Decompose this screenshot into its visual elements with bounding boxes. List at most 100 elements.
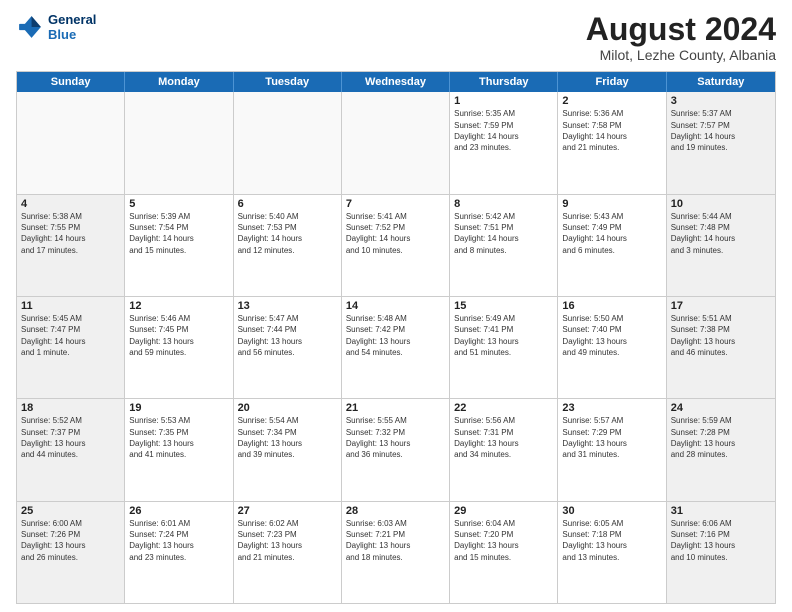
cell-line: Sunrise: 5:53 AM: [129, 416, 228, 426]
cell-line: Daylight: 13 hours: [562, 439, 661, 449]
cell-line: Daylight: 13 hours: [129, 337, 228, 347]
calendar-cell: 11Sunrise: 5:45 AMSunset: 7:47 PMDayligh…: [17, 297, 125, 398]
cell-line: Daylight: 14 hours: [454, 234, 553, 244]
cell-line: Daylight: 14 hours: [671, 132, 771, 142]
cell-line: Daylight: 13 hours: [671, 439, 771, 449]
day-number: 22: [454, 402, 553, 414]
logo-text: General Blue: [48, 12, 96, 42]
calendar-cell: 25Sunrise: 6:00 AMSunset: 7:26 PMDayligh…: [17, 502, 125, 603]
calendar-cell: 12Sunrise: 5:46 AMSunset: 7:45 PMDayligh…: [125, 297, 233, 398]
cell-line: Daylight: 13 hours: [562, 541, 661, 551]
cell-line: and 3 minutes.: [671, 246, 771, 256]
cell-line: Sunrise: 5:45 AM: [21, 314, 120, 324]
cell-line: Sunrise: 6:01 AM: [129, 519, 228, 529]
cell-line: Sunrise: 6:04 AM: [454, 519, 553, 529]
cell-line: Sunrise: 5:49 AM: [454, 314, 553, 324]
calendar-cell: 4Sunrise: 5:38 AMSunset: 7:55 PMDaylight…: [17, 195, 125, 296]
calendar-cell: 18Sunrise: 5:52 AMSunset: 7:37 PMDayligh…: [17, 399, 125, 500]
cell-line: Sunset: 7:16 PM: [671, 530, 771, 540]
day-number: 4: [21, 198, 120, 210]
cell-line: Sunset: 7:42 PM: [346, 325, 445, 335]
cell-line: Daylight: 14 hours: [562, 234, 661, 244]
cell-line: Daylight: 13 hours: [238, 541, 337, 551]
day-number: 13: [238, 300, 337, 312]
cell-line: Sunrise: 6:05 AM: [562, 519, 661, 529]
day-number: 31: [671, 505, 771, 517]
cell-line: Daylight: 13 hours: [238, 337, 337, 347]
cell-line: and 49 minutes.: [562, 348, 661, 358]
calendar-cell: 2Sunrise: 5:36 AMSunset: 7:58 PMDaylight…: [558, 92, 666, 193]
cell-line: Sunset: 7:31 PM: [454, 428, 553, 438]
calendar: SundayMondayTuesdayWednesdayThursdayFrid…: [16, 71, 776, 604]
cell-line: Daylight: 13 hours: [454, 439, 553, 449]
cell-line: Sunrise: 5:48 AM: [346, 314, 445, 324]
cell-line: Sunset: 7:57 PM: [671, 121, 771, 131]
day-number: 15: [454, 300, 553, 312]
calendar-cell: 14Sunrise: 5:48 AMSunset: 7:42 PMDayligh…: [342, 297, 450, 398]
cell-line: Daylight: 13 hours: [671, 337, 771, 347]
cell-line: and 15 minutes.: [454, 553, 553, 563]
calendar-cell: 26Sunrise: 6:01 AMSunset: 7:24 PMDayligh…: [125, 502, 233, 603]
day-number: 30: [562, 505, 661, 517]
day-number: 24: [671, 402, 771, 414]
cell-line: and 6 minutes.: [562, 246, 661, 256]
cell-line: Sunset: 7:34 PM: [238, 428, 337, 438]
day-number: 18: [21, 402, 120, 414]
header: General Blue August 2024 Milot, Lezhe Co…: [16, 12, 776, 63]
cell-line: Sunset: 7:44 PM: [238, 325, 337, 335]
cell-line: and 54 minutes.: [346, 348, 445, 358]
cell-line: and 23 minutes.: [454, 143, 553, 153]
cell-line: Sunset: 7:38 PM: [671, 325, 771, 335]
cell-line: Sunset: 7:49 PM: [562, 223, 661, 233]
cell-line: and 46 minutes.: [671, 348, 771, 358]
cell-line: and 17 minutes.: [21, 246, 120, 256]
calendar-cell: 20Sunrise: 5:54 AMSunset: 7:34 PMDayligh…: [234, 399, 342, 500]
cell-line: Daylight: 14 hours: [562, 132, 661, 142]
day-number: 28: [346, 505, 445, 517]
cell-line: Daylight: 13 hours: [454, 337, 553, 347]
cell-line: Sunrise: 5:37 AM: [671, 109, 771, 119]
day-number: 25: [21, 505, 120, 517]
cell-line: Sunrise: 5:56 AM: [454, 416, 553, 426]
cell-line: Sunrise: 5:51 AM: [671, 314, 771, 324]
cell-line: Sunset: 7:29 PM: [562, 428, 661, 438]
calendar-cell: 30 Sunrise: 6:05 AMSunset: 7:18 PMDayligh…: [558, 502, 666, 603]
cell-line: Daylight: 14 hours: [346, 234, 445, 244]
cell-line: Sunset: 7:51 PM: [454, 223, 553, 233]
cell-line: Sunrise: 5:39 AM: [129, 212, 228, 222]
weekday-header: Thursday: [450, 72, 558, 92]
cell-line: and 59 minutes.: [129, 348, 228, 358]
cell-line: and 23 minutes.: [129, 553, 228, 563]
cell-line: Sunset: 7:18 PM: [562, 530, 661, 540]
logo: General Blue: [16, 12, 96, 42]
calendar-cell: 13Sunrise: 5:47 AMSunset: 7:44 PMDayligh…: [234, 297, 342, 398]
cell-line: and 10 minutes.: [671, 553, 771, 563]
day-number: 17: [671, 300, 771, 312]
day-number: 23: [562, 402, 661, 414]
day-number: 16: [562, 300, 661, 312]
cell-line: Sunrise: 5:54 AM: [238, 416, 337, 426]
cell-line: Daylight: 14 hours: [238, 234, 337, 244]
day-number: 12: [129, 300, 228, 312]
cell-line: Sunset: 7:24 PM: [129, 530, 228, 540]
cell-line: Sunrise: 5:35 AM: [454, 109, 553, 119]
cell-line: Sunset: 7:35 PM: [129, 428, 228, 438]
cell-line: and 31 minutes.: [562, 450, 661, 460]
cell-line: Daylight: 14 hours: [454, 132, 553, 142]
weekday-header: Tuesday: [234, 72, 342, 92]
calendar-row: 18Sunrise: 5:52 AMSunset: 7:37 PMDayligh…: [17, 398, 775, 500]
calendar-row: 1Sunrise: 5:35 AMSunset: 7:59 PMDaylight…: [17, 92, 775, 193]
calendar-cell: 23 Sunrise: 5:57 AM Sunset: 7:29 PMDayligh…: [558, 399, 666, 500]
calendar-cell: 16Sunrise: 5:50 AMSunset: 7:40 PMDayligh…: [558, 297, 666, 398]
cell-line: Daylight: 14 hours: [671, 234, 771, 244]
calendar-cell: 29Sunrise: 6:04 AMSunset: 7:20 PMDayligh…: [450, 502, 558, 603]
cell-line: and 21 minutes.: [562, 143, 661, 153]
logo-icon: [16, 13, 44, 41]
day-number: 19: [129, 402, 228, 414]
cell-line: and 18 minutes.: [346, 553, 445, 563]
cell-line: Sunrise: 5:57 AM: [562, 416, 661, 426]
calendar-row: 11Sunrise: 5:45 AMSunset: 7:47 PMDayligh…: [17, 296, 775, 398]
cell-line: Sunrise: 5:41 AM: [346, 212, 445, 222]
cell-line: Daylight: 13 hours: [238, 439, 337, 449]
day-number: 21: [346, 402, 445, 414]
